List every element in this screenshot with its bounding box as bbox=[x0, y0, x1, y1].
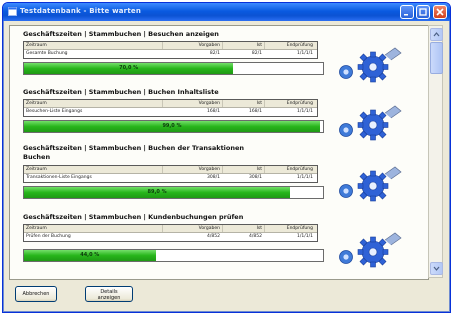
row-col2: 82/1 bbox=[251, 51, 262, 56]
dialog-window: Testdatenbank - Bitte warten Geschäftsze… bbox=[2, 2, 451, 313]
chevron-up-icon bbox=[433, 32, 440, 37]
column-divider bbox=[162, 100, 163, 107]
status-table: Zeitraum Vorgaben Ist Endprüfung Besuche… bbox=[23, 99, 318, 117]
header-col1: Vorgaben bbox=[198, 43, 220, 48]
row-col1: 82/1 bbox=[209, 51, 220, 56]
column-divider bbox=[222, 166, 223, 173]
gears-icon bbox=[339, 105, 402, 141]
header-col2: Ist bbox=[256, 101, 262, 106]
column-divider bbox=[222, 42, 223, 49]
maximize-button[interactable] bbox=[416, 5, 430, 19]
gears-icon bbox=[339, 166, 402, 202]
header-name: Zeitraum bbox=[26, 167, 47, 172]
minimize-button[interactable] bbox=[400, 5, 414, 19]
header-col1: Vorgaben bbox=[198, 167, 220, 172]
vertical-scrollbar[interactable] bbox=[428, 25, 443, 278]
row-name: Prüfen der Buchung bbox=[26, 234, 71, 239]
progress-label: 89,0 % bbox=[147, 189, 167, 195]
table-header: Zeitraum Vorgaben Ist Endprüfung bbox=[24, 100, 317, 108]
row-col3: 1/1/1/1 bbox=[296, 234, 313, 239]
section-title: Geschäftszeiten | Stammbuchen | Buchen I… bbox=[23, 88, 219, 96]
header-name: Zeitraum bbox=[26, 101, 47, 106]
gears-icon bbox=[339, 232, 402, 268]
progress-label: 70,0 % bbox=[119, 65, 139, 71]
header-col3: Endprüfung bbox=[286, 167, 313, 172]
column-divider bbox=[264, 42, 265, 49]
progress-section-4: Geschäftszeiten | Stammbuchen | Kundenbu… bbox=[23, 213, 423, 268]
header-col2: Ist bbox=[256, 167, 262, 172]
cancel-button[interactable]: Abbrechen bbox=[15, 286, 57, 302]
table-row: Transaktionen-Liste Eingangs 308/1 308/1… bbox=[24, 174, 317, 181]
app-window-icon bbox=[8, 7, 17, 16]
progress-section-3: Geschäftszeiten | Stammbuchen | Buchen d… bbox=[23, 144, 423, 202]
column-divider bbox=[222, 100, 223, 107]
column-divider bbox=[162, 225, 163, 232]
status-table: Zeitraum Vorgaben Ist Endprüfung Prüfen … bbox=[23, 224, 318, 242]
status-table: Zeitraum Vorgaben Ist Endprüfung Transak… bbox=[23, 165, 318, 183]
column-divider bbox=[222, 225, 223, 232]
row-col2: 168/1 bbox=[249, 109, 262, 114]
header-col2: Ist bbox=[256, 226, 262, 231]
section-title: Geschäftszeiten | Stammbuchen | Buchen d… bbox=[23, 144, 245, 152]
scroll-thumb[interactable] bbox=[430, 42, 443, 74]
progress-section-1: Geschäftszeiten | Stammbuchen | Besuchen… bbox=[23, 30, 423, 83]
row-col2: 4/852 bbox=[249, 234, 262, 239]
row-col3: 1/1/1/1 bbox=[296, 175, 313, 180]
table-row: Besuchen-Liste Eingangs 168/1 168/1 1/1/… bbox=[24, 108, 317, 115]
row-col1: 168/1 bbox=[207, 109, 220, 114]
title-bar[interactable]: Testdatenbank - Bitte warten bbox=[3, 3, 450, 21]
gears-icon bbox=[339, 47, 402, 83]
column-divider bbox=[162, 42, 163, 49]
section-title: Geschäftszeiten | Stammbuchen | Kundenbu… bbox=[23, 213, 244, 221]
details-button[interactable]: Details anzeigen bbox=[85, 286, 133, 302]
progress-bar: 44,0 % bbox=[23, 249, 324, 262]
table-header: Zeitraum Vorgaben Ist Endprüfung bbox=[24, 166, 317, 174]
minimize-icon bbox=[404, 14, 408, 16]
header-col2: Ist bbox=[256, 43, 262, 48]
header-col3: Endprüfung bbox=[286, 43, 313, 48]
row-col1: 308/1 bbox=[207, 175, 220, 180]
table-row: Gesamte Buchung 82/1 82/1 1/1/1/1 bbox=[24, 50, 317, 57]
status-table: Zeitraum Vorgaben Ist Endprüfung Gesamte… bbox=[23, 41, 318, 59]
row-name: Besuchen-Liste Eingangs bbox=[26, 109, 83, 114]
header-col1: Vorgaben bbox=[198, 226, 220, 231]
chevron-down-icon bbox=[433, 266, 440, 271]
close-icon bbox=[436, 8, 444, 16]
section-subtitle: Buchen bbox=[23, 153, 51, 161]
close-button[interactable] bbox=[433, 5, 447, 19]
row-name: Transaktionen-Liste Eingangs bbox=[26, 175, 92, 180]
scroll-down-button[interactable] bbox=[430, 262, 443, 275]
column-divider bbox=[264, 100, 265, 107]
maximize-icon bbox=[419, 8, 427, 16]
column-divider bbox=[264, 225, 265, 232]
header-col3: Endprüfung bbox=[286, 226, 313, 231]
section-title: Geschäftszeiten | Stammbuchen | Besuchen… bbox=[23, 30, 219, 38]
table-header: Zeitraum Vorgaben Ist Endprüfung bbox=[24, 42, 317, 50]
progress-label: 99,0 % bbox=[162, 123, 182, 129]
header-name: Zeitraum bbox=[26, 226, 47, 231]
column-divider bbox=[264, 166, 265, 173]
table-header: Zeitraum Vorgaben Ist Endprüfung bbox=[24, 225, 317, 233]
row-col3: 1/1/1/1 bbox=[296, 109, 313, 114]
row-col3: 1/1/1/1 bbox=[296, 51, 313, 56]
header-col3: Endprüfung bbox=[286, 101, 313, 106]
progress-bar: 70,0 % bbox=[23, 62, 324, 75]
details-button-line2: anzeigen bbox=[97, 295, 121, 301]
window-title: Testdatenbank - Bitte warten bbox=[20, 7, 142, 15]
header-col1: Vorgaben bbox=[198, 101, 220, 106]
table-row: Prüfen der Buchung 4/852 4/852 1/1/1/1 bbox=[24, 233, 317, 240]
row-col2: 308/1 bbox=[249, 175, 262, 180]
row-name: Gesamte Buchung bbox=[26, 51, 68, 56]
progress-section-2: Geschäftszeiten | Stammbuchen | Buchen I… bbox=[23, 88, 423, 141]
header-name: Zeitraum bbox=[26, 43, 47, 48]
scroll-up-button[interactable] bbox=[430, 28, 443, 41]
column-divider bbox=[162, 166, 163, 173]
progress-bar: 99,0 % bbox=[23, 120, 324, 133]
progress-bar: 89,0 % bbox=[23, 186, 324, 199]
progress-label: 44,0 % bbox=[80, 252, 100, 258]
row-col1: 4/852 bbox=[207, 234, 220, 239]
